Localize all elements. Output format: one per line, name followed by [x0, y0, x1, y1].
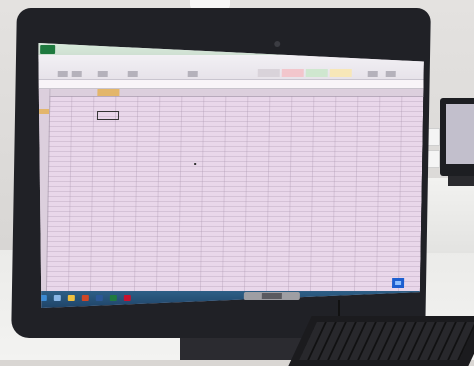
folder-icon[interactable] [68, 295, 75, 301]
background-monitor-screen [446, 104, 474, 164]
sort-filter-icon[interactable] [386, 71, 396, 77]
powerpoint-icon[interactable] [82, 295, 89, 301]
ribbon-toolbar [38, 55, 424, 80]
style-chip-neutral[interactable] [330, 69, 352, 77]
conditional-format-icon[interactable] [188, 71, 198, 77]
number-format-icon[interactable] [128, 71, 138, 77]
style-chip-good[interactable] [306, 69, 328, 77]
keyboard [288, 316, 474, 366]
excel-icon[interactable] [110, 295, 117, 301]
monitor-screen [34, 43, 425, 308]
background-monitor-stand [448, 176, 474, 186]
alignment-icon[interactable] [98, 71, 108, 77]
font-icon[interactable] [72, 71, 82, 77]
formula-bar[interactable] [37, 80, 423, 89]
insert-cells-icon[interactable] [368, 71, 378, 77]
selected-column-header[interactable] [97, 89, 119, 96]
selected-row-header[interactable] [37, 109, 49, 114]
mouse-cursor [194, 163, 196, 165]
background-monitor [440, 98, 474, 176]
all-in-one-monitor [11, 8, 431, 338]
webcam-icon [274, 41, 281, 47]
brand-badge [243, 292, 300, 300]
style-chip-normal[interactable] [258, 69, 280, 77]
keyboard-keys [299, 322, 474, 360]
clipboard-icon[interactable] [58, 71, 68, 77]
start-icon[interactable] [40, 295, 47, 301]
style-chip-bad[interactable] [282, 69, 304, 77]
explorer-icon[interactable] [54, 295, 61, 301]
browser-icon[interactable] [124, 295, 131, 301]
ribbon-tab-bar [38, 43, 424, 55]
windows-logo-icon [391, 278, 405, 288]
active-cell[interactable] [97, 111, 119, 120]
spreadsheet-grid[interactable] [46, 96, 425, 308]
file-tab[interactable] [40, 45, 55, 54]
word-icon[interactable] [96, 295, 103, 301]
